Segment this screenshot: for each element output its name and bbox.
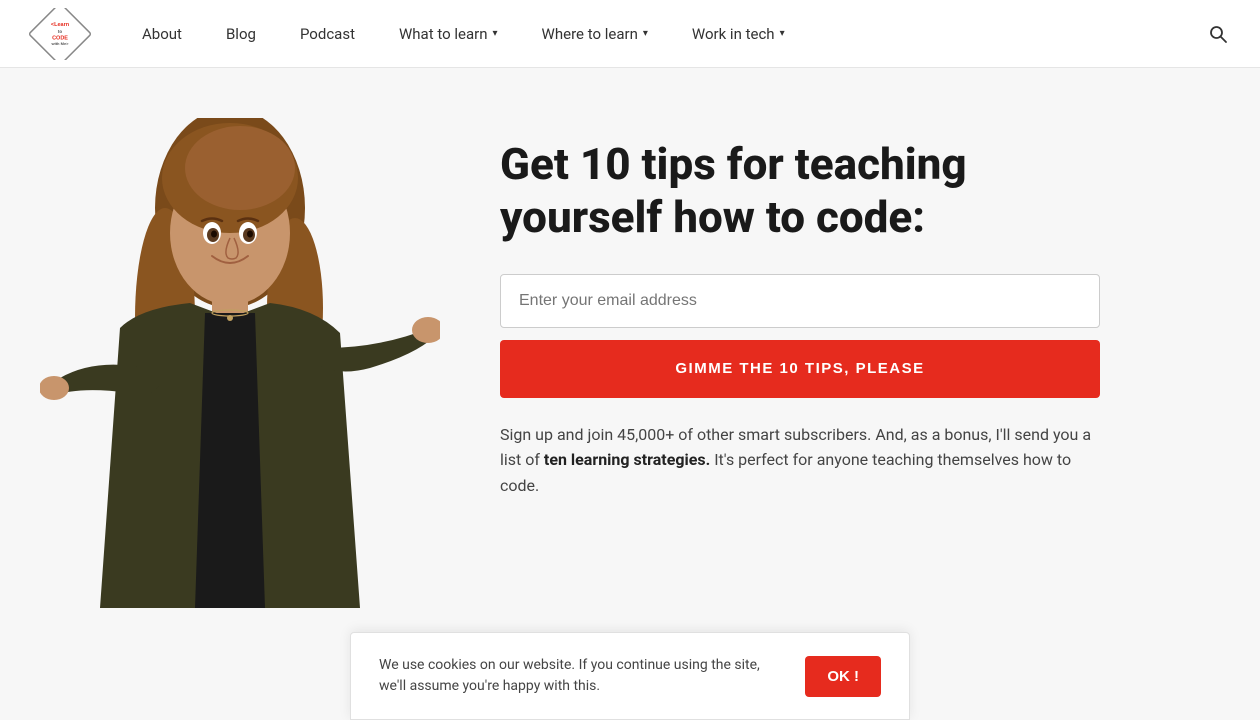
hero-subtext-bold: ten learning strategies. bbox=[544, 450, 710, 469]
hero-subtext: Sign up and join 45,000+ of other smart … bbox=[500, 422, 1100, 499]
logo[interactable]: <Learn to CODE with Me> bbox=[24, 8, 96, 60]
hero-image bbox=[0, 108, 480, 608]
cookie-banner: We use cookies on our website. If you co… bbox=[350, 632, 910, 720]
email-input-wrapper bbox=[500, 274, 1100, 328]
chevron-down-icon: ▾ bbox=[780, 28, 785, 39]
svg-text:to: to bbox=[58, 29, 62, 34]
nav-item-podcast[interactable]: Podcast bbox=[278, 0, 377, 68]
nav-item-blog[interactable]: Blog bbox=[204, 0, 278, 68]
chevron-down-icon: ▾ bbox=[493, 28, 498, 39]
search-button[interactable] bbox=[1200, 16, 1236, 52]
email-input[interactable] bbox=[500, 274, 1100, 328]
nav-item-work-in-tech[interactable]: Work in tech ▾ bbox=[670, 0, 807, 68]
nav-item-where-to-learn[interactable]: Where to learn ▾ bbox=[520, 0, 670, 68]
cookie-text: We use cookies on our website. If you co… bbox=[379, 655, 785, 697]
cookie-ok-button[interactable]: OK ! bbox=[805, 656, 881, 697]
cta-button[interactable]: GIMME THE 10 TIPS, PLEASE bbox=[500, 340, 1100, 398]
hero-content: Get 10 tips for teaching yourself how to… bbox=[480, 108, 1160, 498]
hero-section: Get 10 tips for teaching yourself how to… bbox=[0, 68, 1260, 648]
main-nav: <Learn to CODE with Me> About Blog Podca… bbox=[0, 0, 1260, 68]
nav-links: About Blog Podcast What to learn ▾ Where… bbox=[120, 0, 1200, 68]
hero-title: Get 10 tips for teaching yourself how to… bbox=[500, 138, 1100, 244]
svg-text:with Me>: with Me> bbox=[50, 41, 69, 46]
chevron-down-icon: ▾ bbox=[643, 28, 648, 39]
nav-item-what-to-learn[interactable]: What to learn ▾ bbox=[377, 0, 520, 68]
svg-text:<Learn: <Learn bbox=[51, 22, 70, 28]
nav-item-about[interactable]: About bbox=[120, 0, 204, 68]
